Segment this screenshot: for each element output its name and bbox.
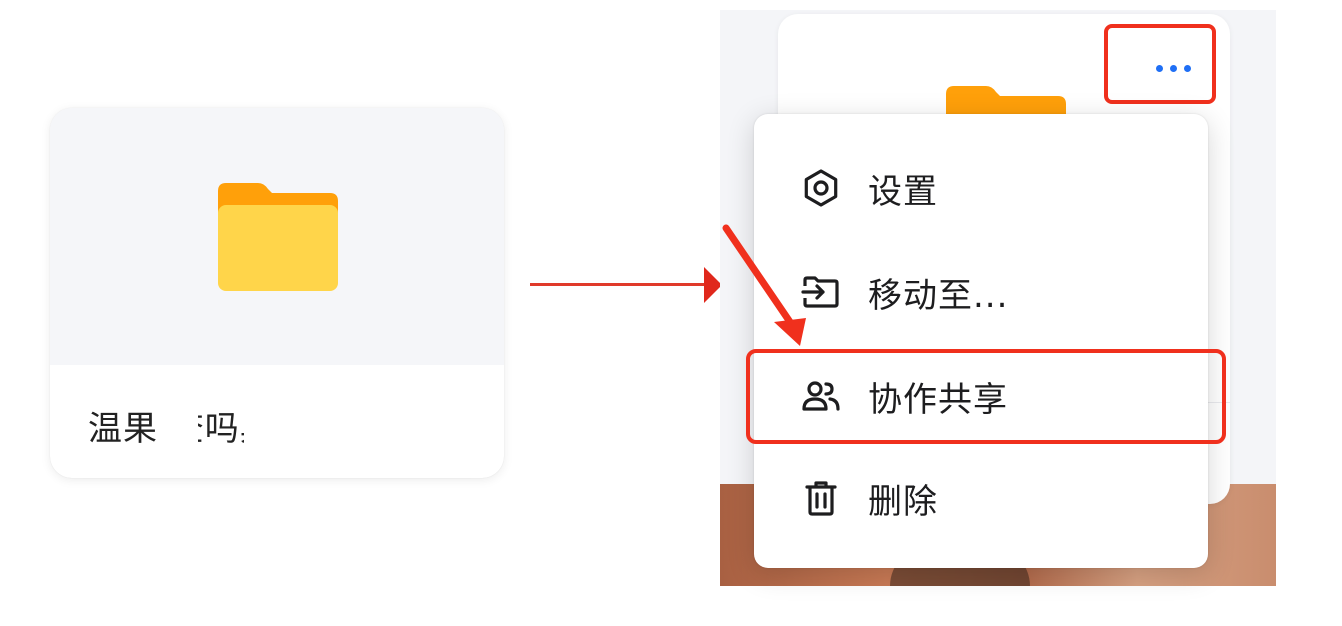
gear-icon <box>800 167 842 209</box>
name-redaction <box>244 404 284 444</box>
menu-item-move-to[interactable]: 移动至... <box>754 242 1208 342</box>
folder-card[interactable]: 温果 查吗具 <box>50 108 504 478</box>
name-redaction <box>168 404 198 444</box>
stage: 温果 查吗具 设置 移动至... 协作共享 删除 <box>0 0 1342 626</box>
pointer-arrow <box>722 224 806 346</box>
context-menu: 设置 移动至... 协作共享 删除 <box>754 114 1208 568</box>
connector-arrow-line <box>530 283 706 286</box>
menu-item-label: 删除 <box>868 481 938 522</box>
more-button-highlight <box>1104 24 1216 104</box>
menu-item-delete[interactable]: 删除 <box>754 448 1208 548</box>
menu-item-label: 设置 <box>868 171 938 212</box>
menu-item-settings[interactable]: 设置 <box>754 138 1208 238</box>
trash-icon <box>800 477 842 519</box>
folder-icon <box>218 183 338 291</box>
menu-item-label: 移动至... <box>868 275 1009 316</box>
share-item-highlight <box>746 349 1226 444</box>
folder-thumbnail <box>50 108 504 365</box>
